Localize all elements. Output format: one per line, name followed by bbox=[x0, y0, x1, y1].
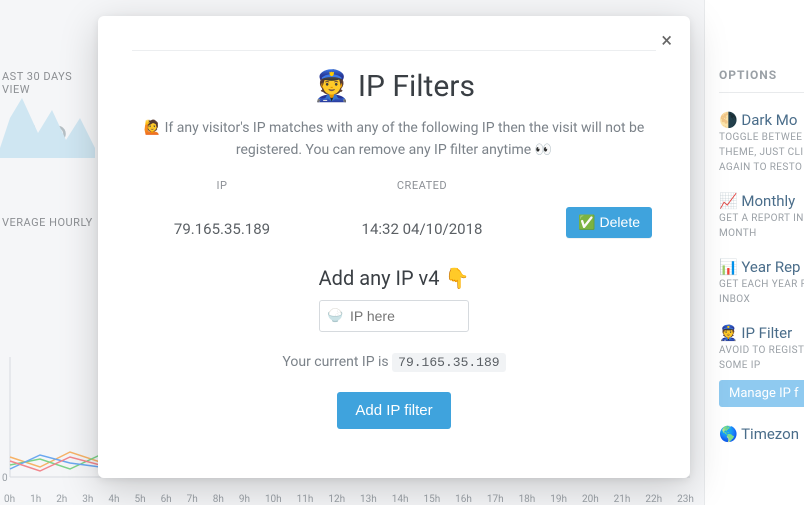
modal-overlay: × 👮 IP Filters 🙋 If any visitor's IP mat… bbox=[0, 0, 804, 505]
filters-header-row: IP CREATED bbox=[132, 179, 656, 192]
input-icon: 🍚 bbox=[327, 309, 343, 324]
current-ip-label: Your current IP is bbox=[282, 354, 388, 370]
modal-description: 🙋 If any visitor's IP matches with any o… bbox=[139, 118, 649, 161]
add-ip-filter-button[interactable]: Add IP filter bbox=[337, 392, 450, 429]
modal-title: 👮 IP Filters bbox=[132, 69, 656, 104]
th-created: CREATED bbox=[312, 179, 532, 192]
delete-label: Delete bbox=[600, 214, 640, 230]
cell-ip: 79.165.35.189 bbox=[132, 220, 312, 238]
ip-filters-modal: × 👮 IP Filters 🙋 If any visitor's IP mat… bbox=[98, 16, 690, 478]
th-ip: IP bbox=[132, 179, 312, 192]
current-ip-line: Your current IP is 79.165.35.189 bbox=[132, 354, 656, 370]
modal-title-text: IP Filters bbox=[358, 69, 475, 104]
divider bbox=[132, 50, 656, 51]
delete-button[interactable]: ✅ Delete bbox=[566, 207, 652, 238]
add-ip-heading: Add any IP v4 👇 bbox=[132, 266, 656, 290]
current-ip-value: 79.165.35.189 bbox=[392, 353, 505, 372]
check-icon: ✅ bbox=[578, 214, 595, 230]
police-icon: 👮 bbox=[313, 69, 350, 104]
close-icon[interactable]: × bbox=[661, 30, 672, 50]
table-row: 79.165.35.189 14:32 04/10/2018 ✅ Delete bbox=[132, 206, 656, 238]
cell-created: 14:32 04/10/2018 bbox=[312, 220, 532, 238]
